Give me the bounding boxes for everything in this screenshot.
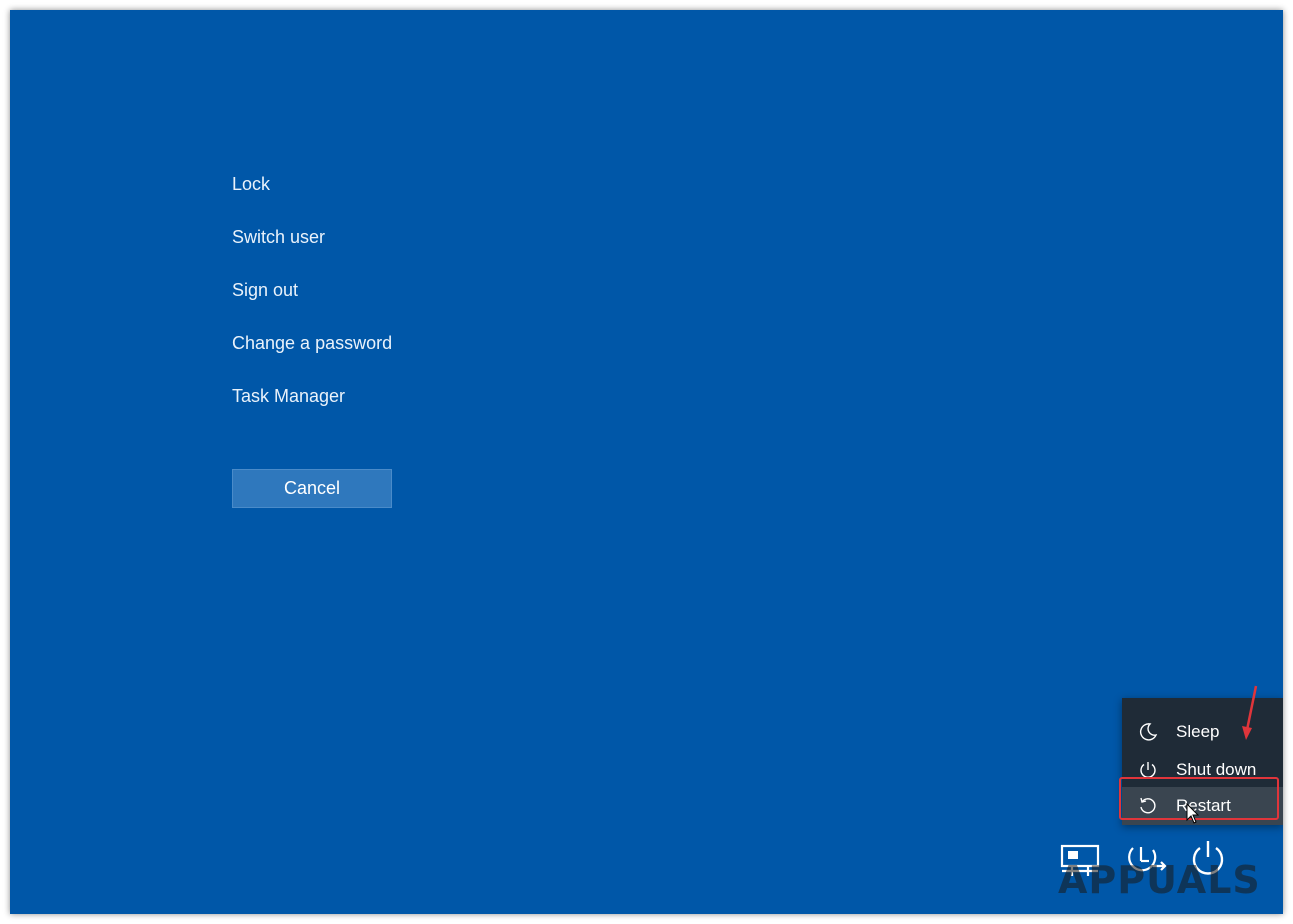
task-manager-option[interactable]: Task Manager <box>232 385 345 407</box>
restart-icon <box>1140 797 1156 814</box>
lock-option[interactable]: Lock <box>232 173 270 195</box>
appuals-watermark: APPUALS <box>1058 858 1261 902</box>
sign-out-option[interactable]: Sign out <box>232 279 298 301</box>
ctrl-alt-del-screen: Lock Switch user Sign out Change a passw… <box>10 10 1283 914</box>
moon-icon <box>1139 723 1158 741</box>
restart-label: Restart <box>1176 796 1231 815</box>
restart-menu-item[interactable]: Restart <box>1122 787 1283 825</box>
change-password-option[interactable]: Change a password <box>232 332 392 354</box>
power-icon <box>1140 762 1156 778</box>
annotation-arrow-icon <box>1242 685 1258 740</box>
mouse-cursor-icon <box>1186 803 1200 824</box>
sleep-label: Sleep <box>1176 722 1220 741</box>
shut-down-label: Shut down <box>1176 760 1257 779</box>
cancel-button[interactable]: Cancel <box>232 469 392 508</box>
switch-user-option[interactable]: Switch user <box>232 226 325 248</box>
shut-down-menu-item[interactable]: Shut down <box>1122 751 1283 789</box>
